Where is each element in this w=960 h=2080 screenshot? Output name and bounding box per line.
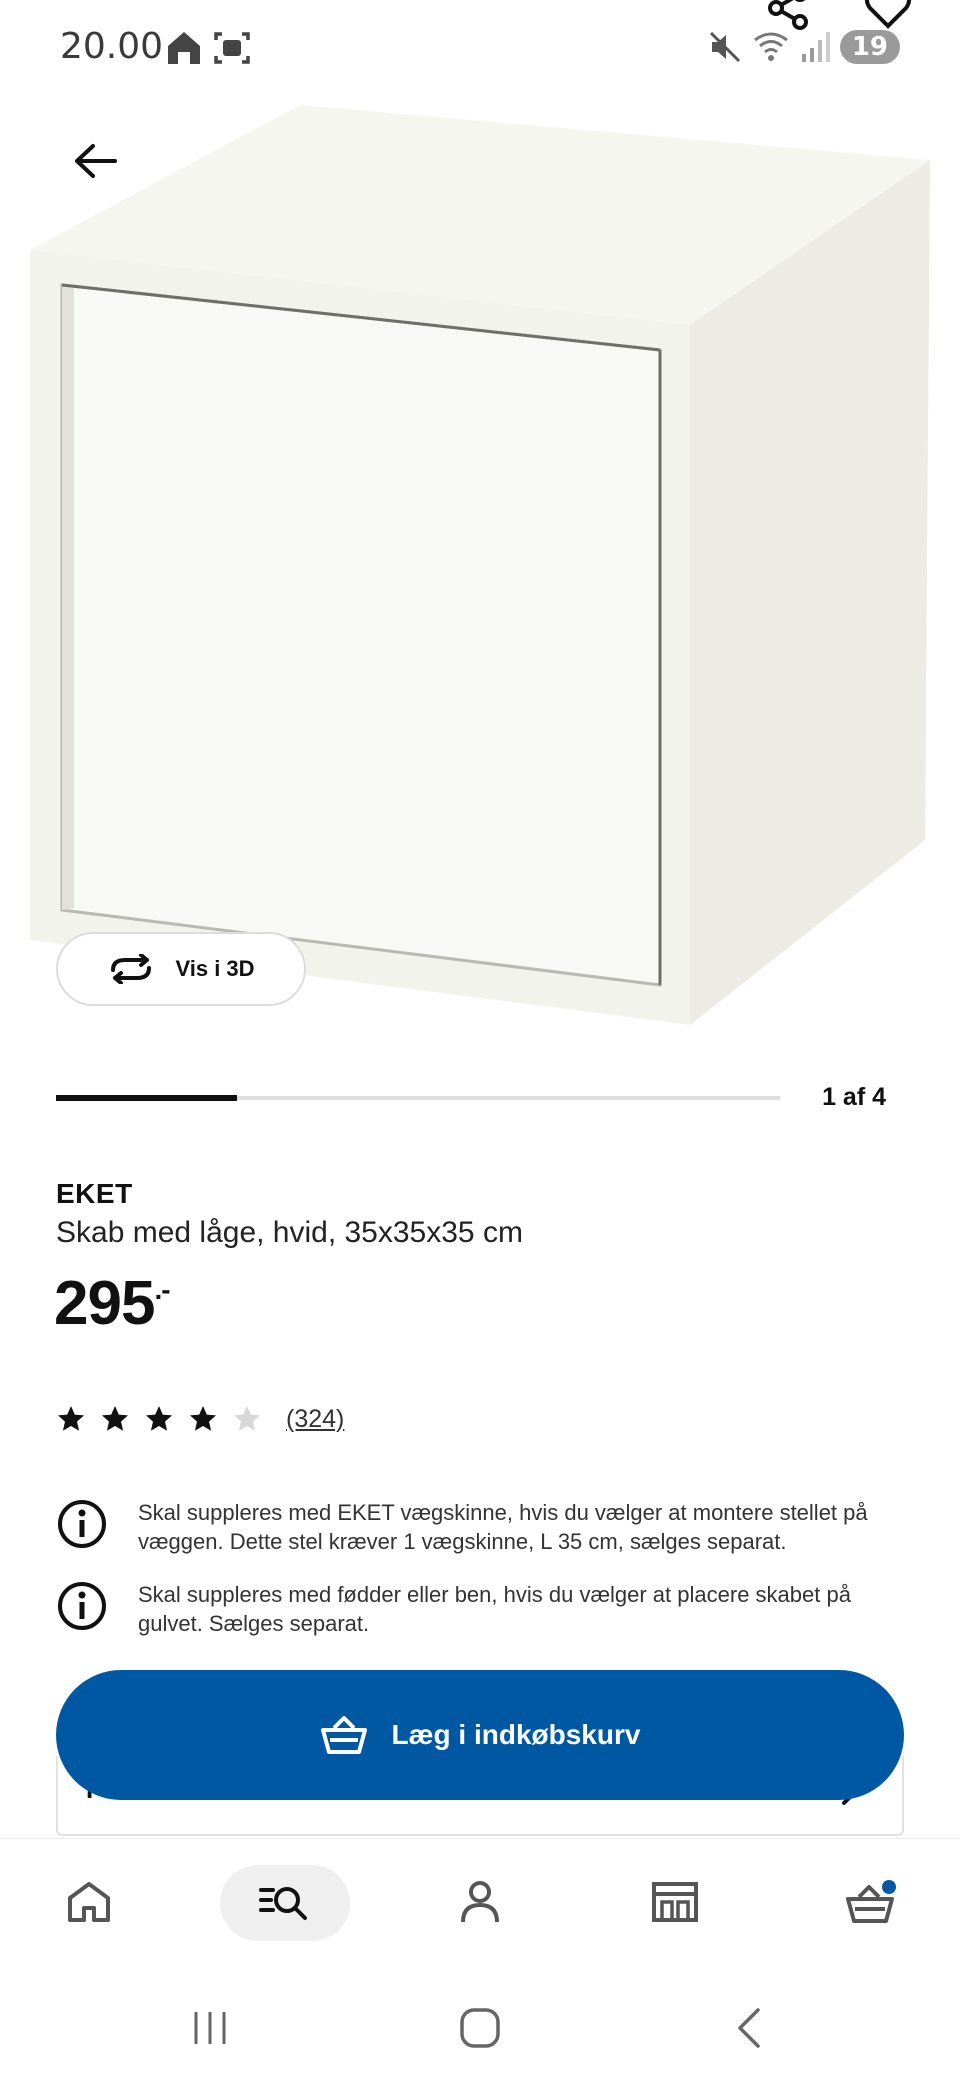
profile-icon [461,1881,499,1923]
add-to-cart-button[interactable]: Læg i indkøbskurv [56,1670,904,1800]
rating[interactable]: (324) [56,1404,344,1434]
gallery-progress-bar [56,1095,780,1101]
product-price: 295.- [54,1268,171,1339]
product-name: EKET [56,1178,133,1209]
star-filled-icon [102,1406,128,1431]
product-image[interactable] [0,80,960,1040]
price-value: 295 [54,1269,155,1338]
notice-legs: Skal suppleres med fødder eller ben, hvi… [56,1580,906,1638]
nav-profile[interactable] [445,1867,515,1937]
gallery-progress-fill [56,1095,237,1101]
rating-count[interactable]: (324) [286,1405,344,1434]
info-icon [58,1500,106,1548]
screenshot-status-icon [214,32,250,64]
nav-store[interactable] [640,1867,710,1937]
rotate-3d-icon [111,954,152,984]
nav-search[interactable] [250,1867,320,1937]
view-3d-label: Vis i 3D [175,956,255,981]
home-icon [68,1882,110,1922]
home-circle-icon [460,2008,500,2048]
share-button[interactable] [766,0,810,35]
info-icon [58,1582,106,1630]
status-left-icons [164,28,252,68]
battery-indicator: 19 [839,30,900,64]
star-empty-icon [234,1406,260,1431]
rating-stars [56,1404,262,1434]
status-right-icons: 19 [708,30,900,64]
heart-icon [865,0,911,29]
cart-badge [882,1880,896,1894]
notice-wall-rail: Skal suppleres med EKET vægskinne, hvis … [56,1498,906,1556]
price-suffix: .- [154,1274,170,1305]
mute-icon [709,31,740,63]
home-status-icon [168,32,200,64]
basket-icon [320,1716,367,1754]
store-icon [652,1882,698,1922]
recent-apps-icon [194,2012,226,2044]
arrow-left-icon [75,144,117,178]
star-filled-icon [146,1406,172,1431]
add-to-cart-label: Læg i indkøbskurv [391,1719,641,1750]
search-icon [259,1887,307,1920]
cart-icon [846,1880,896,1923]
signal-icon [801,32,830,62]
nav-cart[interactable] [836,1867,906,1937]
nav-home[interactable] [54,1867,124,1937]
back-button[interactable] [60,126,130,196]
home-nav-button[interactable] [450,1998,510,2058]
share-icon [768,0,808,30]
notice-text: Skal suppleres med EKET vægskinne, hvis … [138,1500,868,1554]
status-time: 20.00 [60,26,164,67]
notice-text: Skal suppleres med fødder eller ben, hvi… [138,1582,851,1636]
system-back-button[interactable] [720,1998,780,2058]
product-description: Skab med låge, hvid, 35x35x35 cm [56,1216,523,1249]
favorite-button[interactable] [864,0,912,35]
recent-apps-button[interactable] [180,1998,240,2058]
wifi-icon [753,32,788,61]
system-navigation [0,1968,960,2080]
cabinet-illustration [30,105,930,1025]
star-filled-icon [58,1406,84,1431]
back-chevron-icon [738,2008,760,2048]
view-3d-button[interactable]: Vis i 3D [56,932,306,1006]
bottom-navigation [0,1838,960,1968]
star-filled-icon [190,1406,216,1431]
gallery-position: 1 af 4 [822,1083,886,1111]
